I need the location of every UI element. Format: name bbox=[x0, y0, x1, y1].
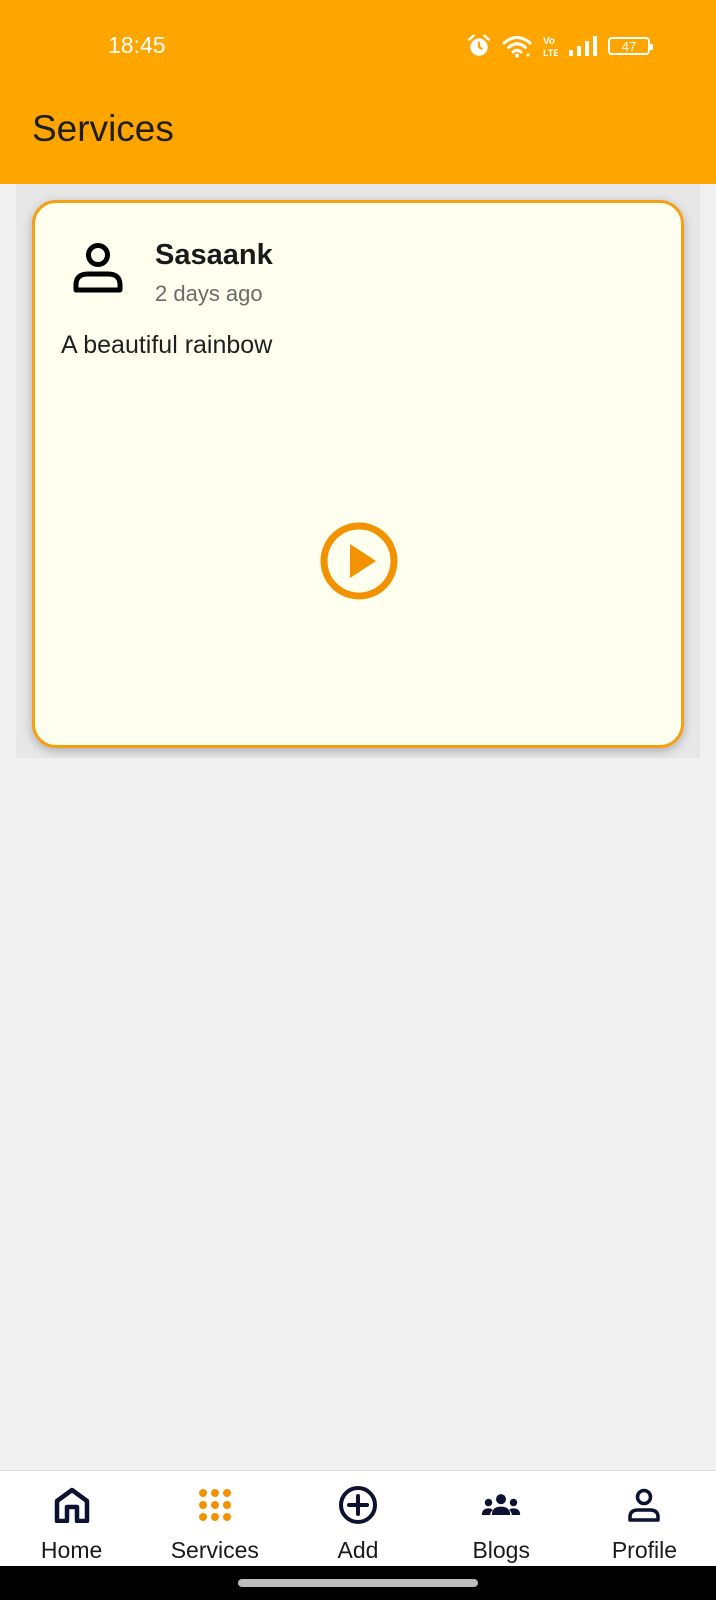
signal-icon bbox=[569, 36, 597, 56]
add-circle-icon bbox=[339, 1486, 377, 1524]
group-icon bbox=[482, 1494, 521, 1515]
page-title: Services bbox=[32, 108, 174, 149]
battery-level: 47 bbox=[621, 38, 637, 54]
volte-icon: Vo LTE bbox=[543, 36, 558, 58]
person-icon bbox=[73, 243, 123, 293]
post-card[interactable]: Sasaank 2 days ago A beautiful rainbow bbox=[32, 200, 684, 748]
status-time: 18:45 bbox=[108, 32, 166, 58]
gesture-handle[interactable] bbox=[238, 1579, 478, 1587]
nav-label-add: Add bbox=[337, 1537, 379, 1563]
nav-label-profile: Profile bbox=[611, 1537, 678, 1563]
battery-icon: 47 bbox=[608, 37, 653, 55]
nav-label-blogs: Blogs bbox=[472, 1537, 530, 1563]
svg-text:Vo: Vo bbox=[543, 36, 555, 47]
nav-label-services: Services bbox=[170, 1537, 259, 1563]
home-icon bbox=[54, 1487, 89, 1523]
alarm-icon bbox=[468, 34, 490, 56]
wifi-icon bbox=[502, 36, 532, 58]
app-bar: 18:45 Vo LTE 47 Services bbox=[0, 0, 716, 184]
nav-label-home: Home bbox=[40, 1537, 103, 1563]
status-icons: Vo LTE 47 bbox=[466, 32, 653, 60]
person-icon bbox=[628, 1488, 661, 1522]
play-icon[interactable] bbox=[319, 521, 399, 601]
post-caption: A beautiful rainbow bbox=[61, 331, 273, 359]
svg-text:LTE: LTE bbox=[543, 48, 558, 58]
grid-dots-icon bbox=[198, 1489, 231, 1521]
post-author: Sasaank bbox=[155, 239, 273, 271]
post-time: 2 days ago bbox=[155, 281, 263, 306]
system-navigation-bar bbox=[0, 1566, 716, 1600]
